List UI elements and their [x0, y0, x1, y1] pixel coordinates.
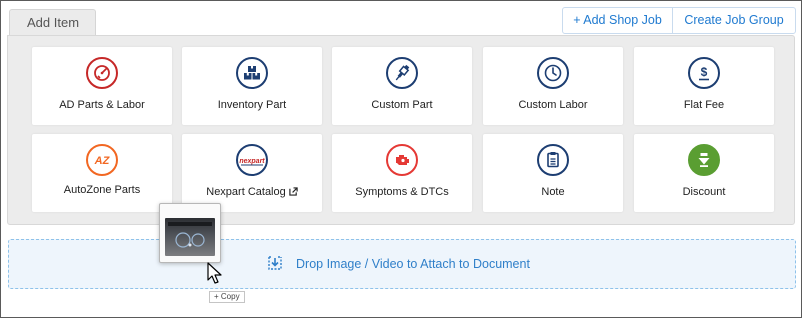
item-inventory-part[interactable]: Inventory Part [182, 47, 322, 125]
dragged-file-thumbnail[interactable] [159, 203, 221, 263]
autozone-logo-icon: AZ [86, 144, 118, 176]
parts-labor-gauge-icon [86, 57, 118, 89]
item-symptoms-dtcs[interactable]: Symptoms & DTCs [332, 134, 472, 212]
item-autozone-parts[interactable]: AZ AutoZone Parts [32, 134, 172, 212]
add-shop-job-button[interactable]: + Add Shop Job [563, 8, 673, 33]
item-label: Discount [682, 186, 726, 198]
item-label: Custom Part [371, 99, 433, 111]
spark-plug-icon [386, 57, 418, 89]
item-custom-labor[interactable]: Custom Labor [483, 47, 623, 125]
nexpart-logo-icon: nexpart [236, 144, 268, 176]
create-job-group-button[interactable]: Create Job Group [673, 8, 795, 33]
item-type-panel: AD Parts & Labor Inventory Part Custom P… [7, 35, 795, 225]
item-label-wrap: Nexpart Catalog [182, 186, 322, 198]
item-custom-part[interactable]: Custom Part [332, 47, 472, 125]
item-label: Symptoms & DTCs [355, 186, 449, 198]
item-discount[interactable]: Discount [634, 134, 774, 212]
item-flat-fee[interactable]: $ Flat Fee [634, 47, 774, 125]
dollar-icon: $ [688, 57, 720, 89]
item-label: AutoZone Parts [63, 184, 141, 196]
item-label: Note [541, 186, 565, 198]
nexpart-logo-text: nexpart [239, 158, 265, 165]
header-button-group: + Add Shop Job Create Job Group [562, 7, 796, 34]
copy-drag-indicator: + Copy [209, 291, 245, 303]
external-link-icon [289, 187, 298, 196]
clock-icon [537, 57, 569, 89]
svg-text:$: $ [701, 65, 708, 79]
notepad-icon [537, 144, 569, 176]
discount-tag-icon [688, 144, 720, 176]
drop-zone[interactable]: Drop Image / Video to Attach to Document [8, 239, 796, 289]
item-label: Custom Labor [518, 99, 588, 111]
engine-check-icon [386, 144, 418, 176]
add-item-window: Add Item + Add Shop Job Create Job Group… [0, 0, 802, 318]
inventory-boxes-icon [236, 57, 268, 89]
item-label: Inventory Part [217, 99, 287, 111]
item-label: AD Parts & Labor [59, 99, 145, 111]
drop-zone-label: Drop Image / Video to Attach to Document [296, 257, 530, 271]
mouse-pointer-icon [207, 262, 222, 284]
tab-add-item[interactable]: Add Item [9, 9, 96, 36]
item-label: Flat Fee [683, 99, 725, 111]
item-label: Nexpart Catalog [206, 186, 286, 198]
autozone-logo-text: AZ [94, 155, 111, 167]
item-nexpart-catalog[interactable]: nexpart Nexpart Catalog [182, 134, 322, 212]
drop-download-icon [268, 256, 282, 270]
thumbnail-image [165, 218, 215, 256]
item-ad-parts-labor[interactable]: AD Parts & Labor [32, 47, 172, 125]
item-note[interactable]: Note [483, 134, 623, 212]
